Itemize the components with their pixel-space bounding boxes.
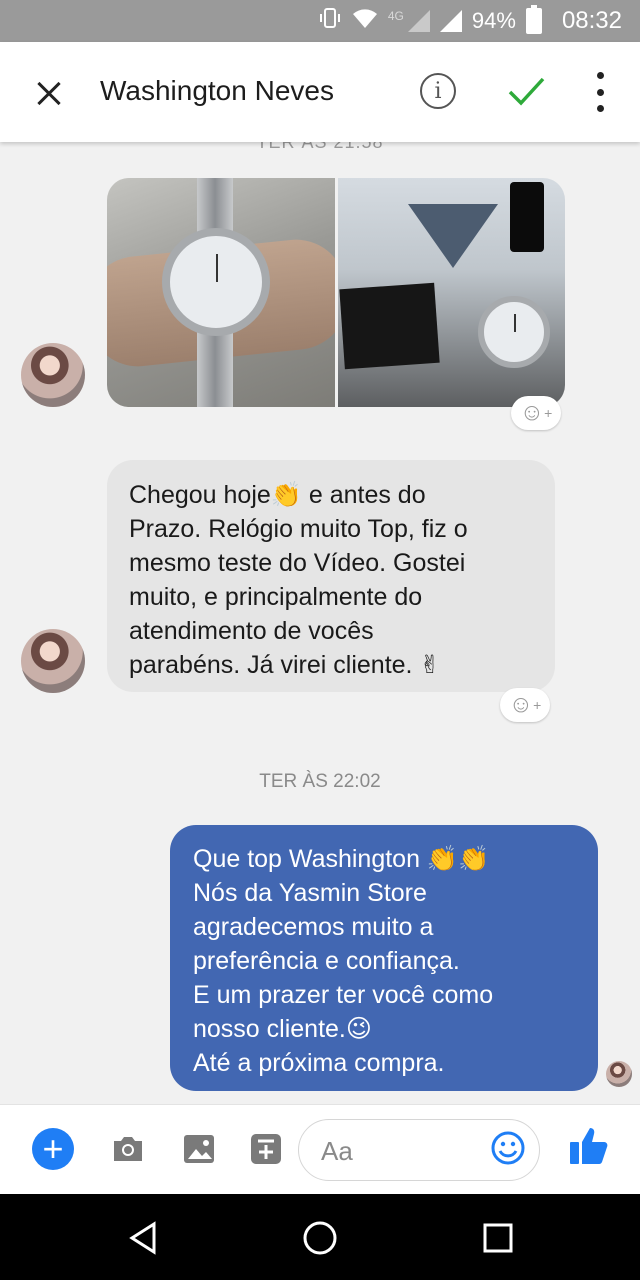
photo-watch-box[interactable] <box>337 178 565 407</box>
plus-icon[interactable]: + <box>32 1128 74 1170</box>
status-bar: 4G 94% 08:32 <box>0 0 640 42</box>
info-icon[interactable]: i <box>420 73 456 109</box>
composer: + <box>0 1104 640 1195</box>
vibrate-icon <box>318 6 342 36</box>
network-type: 4G <box>387 9 404 23</box>
signal-icon <box>407 10 430 32</box>
photo-attachments <box>107 178 565 407</box>
incoming-message[interactable]: Chegou hoje👏 e antes do Prazo. Relógio m… <box>107 460 555 692</box>
camera-icon[interactable] <box>110 1131 146 1167</box>
timestamp-cut: TER ÀS 21:58 <box>256 142 384 152</box>
avatar[interactable] <box>21 629 85 693</box>
add-reaction-icon[interactable]: ☺ + <box>511 396 561 430</box>
close-icon[interactable] <box>28 72 70 114</box>
more-vertical-icon[interactable] <box>588 72 612 112</box>
chat-header: Washington Neves i <box>0 42 640 142</box>
battery-icon <box>525 5 542 34</box>
contact-name[interactable]: Washington Neves <box>100 75 334 107</box>
signal-icon-2 <box>439 10 462 32</box>
back-icon[interactable] <box>124 1218 164 1258</box>
message-timestamp: TER ÀS 22:02 <box>259 771 381 792</box>
avatar[interactable] <box>21 343 85 407</box>
check-icon[interactable] <box>505 70 547 112</box>
image-icon[interactable] <box>181 1131 217 1167</box>
seen-avatar <box>606 1061 632 1087</box>
sticker-icon[interactable] <box>248 1131 284 1167</box>
emoji-icon[interactable] <box>490 1130 526 1171</box>
battery-level: 94% <box>471 8 516 33</box>
message-input[interactable] <box>319 1132 483 1170</box>
home-icon[interactable] <box>300 1218 340 1258</box>
photo-watch-on-wrist[interactable] <box>107 178 335 407</box>
conversation[interactable]: TER ÀS 21:58 ☺ + Chegou hoje👏 e antes do … <box>0 142 640 1104</box>
clock: 08:32 <box>561 7 622 34</box>
add-reaction-icon[interactable]: ☺ + <box>500 688 550 722</box>
thumbs-up-icon[interactable] <box>568 1124 610 1168</box>
outgoing-message[interactable]: Que top Washington 👏👏 Nós da Yasmin Stor… <box>170 825 598 1091</box>
wifi-icon <box>352 7 378 35</box>
recents-icon[interactable] <box>478 1218 518 1258</box>
system-nav-bar <box>0 1194 640 1280</box>
